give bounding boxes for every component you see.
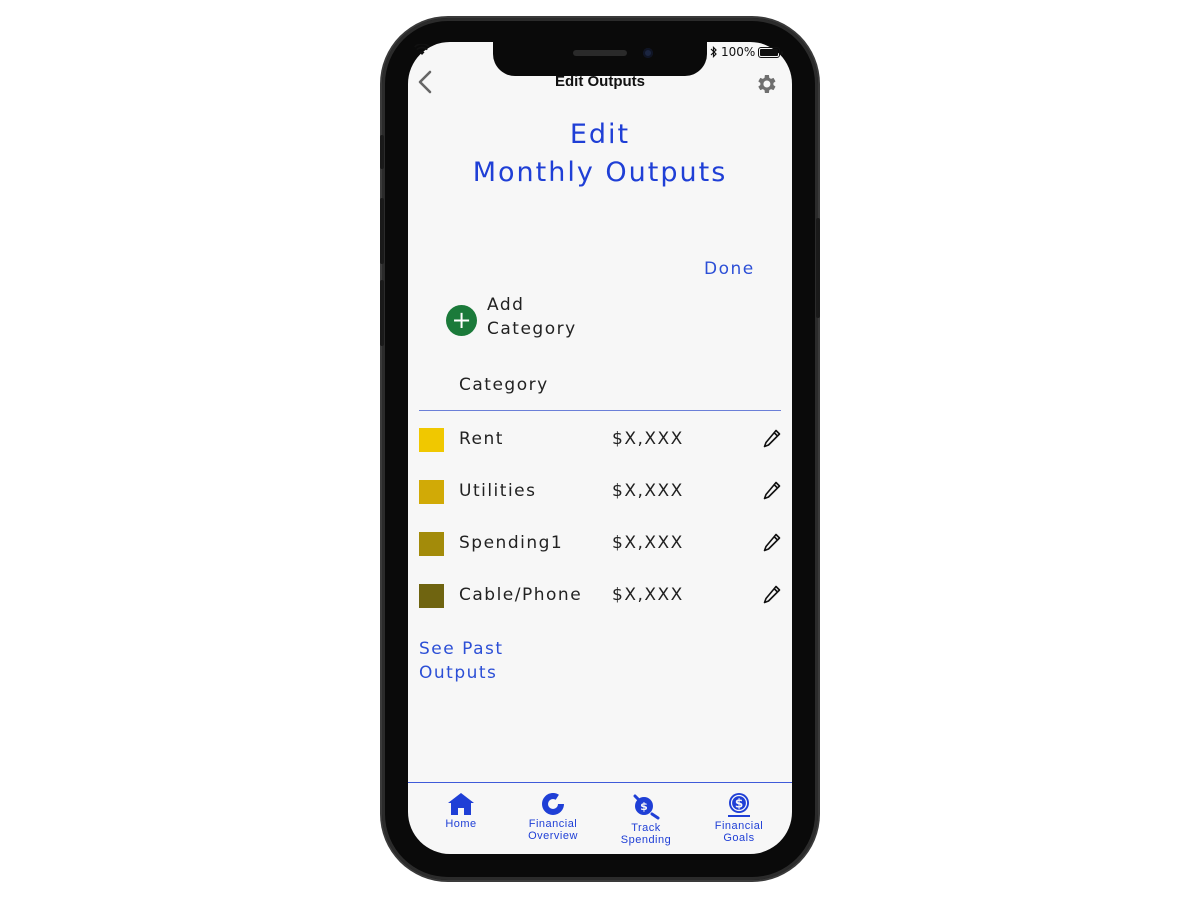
page-title-line-2: Monthly Outputs — [472, 157, 728, 188]
tab-label: Financial Overview — [508, 818, 598, 842]
pencil-icon[interactable] — [761, 531, 783, 555]
pencil-icon[interactable] — [761, 479, 783, 503]
tab-financial-overview[interactable]: Financial Overview — [508, 792, 598, 842]
earpiece-speaker — [573, 50, 627, 56]
tab-label: Home — [416, 818, 506, 830]
page-title-line-1: Edit — [569, 119, 631, 150]
pencil-icon[interactable] — [761, 427, 783, 451]
plus-icon: + — [446, 304, 477, 336]
category-row: Utilities $X,XXX — [419, 477, 785, 507]
back-chevron-icon[interactable] — [412, 68, 440, 96]
category-amount: $X,XXX — [612, 481, 684, 501]
category-amount: $X,XXX — [612, 585, 684, 605]
wifi-icon — [413, 43, 431, 55]
svg-text:$: $ — [735, 797, 743, 811]
category-row: Cable/Phone $X,XXX — [419, 581, 785, 611]
battery-icon — [758, 46, 784, 58]
add-category-label-line-1: Add — [487, 295, 525, 315]
tab-label-line-1: Financial — [714, 820, 764, 832]
see-past-line-2: Outputs — [419, 663, 498, 683]
tab-financial-goals[interactable]: $ Financial Goals — [694, 792, 784, 844]
tab-label-line-2: Overview — [528, 830, 578, 842]
gear-icon[interactable] — [754, 72, 778, 96]
category-row: Spending1 $X,XXX — [419, 529, 785, 559]
add-category-label-line-2: Category — [487, 319, 577, 339]
tab-label: Track Spending — [601, 822, 691, 846]
status-bar-right: 100% — [710, 45, 784, 59]
category-row: Rent $X,XXX — [419, 425, 785, 455]
page-title: Edit Monthly Outputs — [420, 116, 780, 192]
volume-down-button — [380, 280, 384, 346]
header-divider — [419, 410, 781, 411]
category-name: Cable/Phone — [459, 585, 583, 605]
track-spending-icon: $ — [633, 794, 660, 820]
category-name: Spending1 — [459, 533, 564, 553]
see-past-line-1: See Past — [419, 639, 504, 659]
category-name: Utilities — [459, 481, 537, 501]
color-swatch — [419, 428, 444, 452]
bluetooth-icon — [710, 46, 717, 58]
category-name: Rent — [459, 429, 504, 449]
tab-label-line-2: Spending — [620, 834, 672, 846]
tab-label-line-1: Home — [445, 818, 477, 830]
category-amount: $X,XXX — [612, 533, 684, 553]
nav-title: Edit Outputs — [555, 73, 645, 90]
add-category-label: Add Category — [487, 293, 577, 341]
battery-percent: 100% — [721, 45, 756, 59]
power-button — [816, 218, 820, 318]
category-column-header: Category — [459, 375, 549, 395]
color-swatch — [419, 584, 444, 608]
donut-chart-icon — [542, 793, 564, 815]
tab-label-line-1: Track — [631, 822, 661, 834]
front-camera — [643, 48, 653, 58]
tab-label: Financial Goals — [694, 820, 784, 844]
notch — [493, 40, 707, 76]
add-category-button[interactable]: + Add Category — [446, 293, 577, 341]
color-swatch — [419, 532, 444, 556]
tab-bar-divider — [408, 782, 792, 783]
home-icon — [448, 793, 474, 815]
mute-switch — [380, 135, 384, 169]
dollar-coin-icon: $ — [728, 793, 750, 817]
tab-home[interactable]: Home — [416, 792, 506, 830]
svg-text:$: $ — [640, 800, 648, 813]
tab-label-line-1: Financial — [528, 818, 578, 830]
done-button[interactable]: Done — [704, 259, 755, 279]
tab-track-spending[interactable]: $ Track Spending — [601, 792, 691, 846]
status-bar-left — [413, 43, 431, 59]
volume-up-button — [380, 198, 384, 264]
see-past-outputs-link[interactable]: See Past Outputs — [419, 637, 504, 685]
pencil-icon[interactable] — [761, 583, 783, 607]
tab-label-line-2: Goals — [723, 832, 755, 844]
category-amount: $X,XXX — [612, 429, 684, 449]
color-swatch — [419, 480, 444, 504]
